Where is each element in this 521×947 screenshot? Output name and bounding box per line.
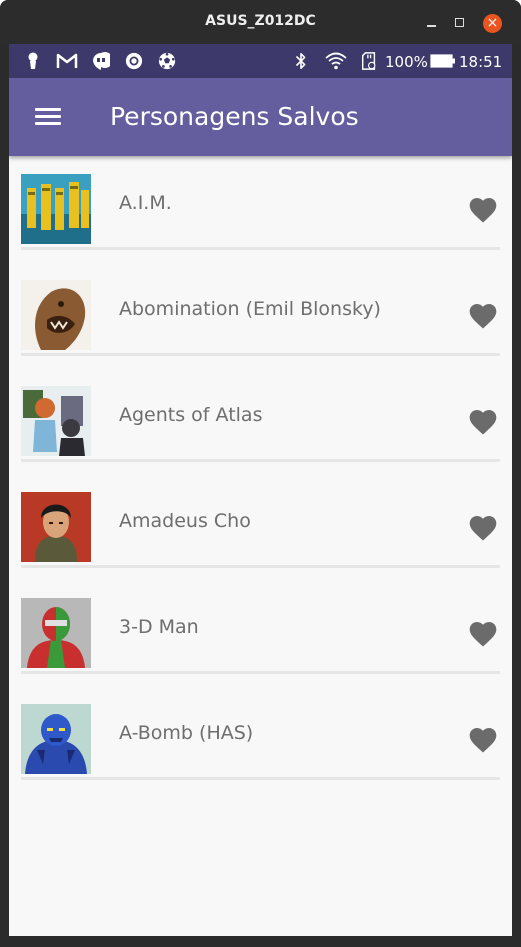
close-button[interactable]: × bbox=[483, 14, 502, 33]
character-name: Agents of Atlas bbox=[119, 404, 263, 426]
window-bottom-border bbox=[9, 936, 512, 939]
character-thumbnail bbox=[21, 492, 91, 562]
minimize-button[interactable] bbox=[423, 14, 441, 32]
character-name: A.I.M. bbox=[119, 192, 172, 214]
heart-icon[interactable] bbox=[467, 618, 499, 650]
heart-icon[interactable] bbox=[467, 724, 499, 756]
status-bar: 100% 18:51 bbox=[9, 44, 512, 78]
divider bbox=[21, 777, 500, 780]
person-icon bbox=[28, 52, 38, 69]
wifi-icon bbox=[325, 52, 347, 70]
list-item[interactable]: Amadeus Cho bbox=[9, 474, 512, 580]
window-titlebar: ASUS_Z012DC × bbox=[0, 0, 521, 44]
heart-icon[interactable] bbox=[467, 300, 499, 332]
app-bar: Personagens Salvos bbox=[9, 78, 512, 156]
character-thumbnail bbox=[21, 386, 91, 456]
divider bbox=[21, 353, 500, 356]
hamburger-menu-icon[interactable] bbox=[32, 104, 62, 130]
divider bbox=[21, 247, 500, 250]
character-thumbnail bbox=[21, 280, 91, 350]
heart-icon[interactable] bbox=[467, 194, 499, 226]
list-item[interactable]: Abomination (Emil Blonsky) bbox=[9, 262, 512, 368]
gmail-icon bbox=[56, 53, 78, 68]
divider bbox=[21, 565, 500, 568]
record-icon bbox=[125, 52, 143, 70]
hangouts-icon bbox=[93, 52, 110, 70]
divider bbox=[21, 459, 500, 462]
character-name: 3-D Man bbox=[119, 616, 199, 638]
clock: 18:51 bbox=[459, 53, 503, 71]
heart-icon[interactable] bbox=[467, 512, 499, 544]
emulator-window: ASUS_Z012DC × 100% 18:51 Personagens Sal… bbox=[0, 0, 521, 947]
character-name: Amadeus Cho bbox=[119, 510, 251, 532]
list-item[interactable]: Agents of Atlas bbox=[9, 368, 512, 474]
bluetooth-icon bbox=[295, 52, 306, 70]
character-name: A-Bomb (HAS) bbox=[119, 722, 254, 744]
list-item[interactable]: A-Bomb (HAS) bbox=[9, 686, 512, 792]
page-title: Personagens Salvos bbox=[110, 102, 359, 131]
device-screen: 100% 18:51 Personagens Salvos A.I.M. Abo… bbox=[9, 44, 512, 937]
battery-icon bbox=[430, 54, 455, 68]
list-item[interactable]: A.I.M. bbox=[9, 156, 512, 262]
soccer-ball-icon bbox=[158, 52, 176, 70]
character-name: Abomination (Emil Blonsky) bbox=[119, 298, 381, 320]
divider bbox=[21, 671, 500, 674]
sd-card-icon bbox=[361, 52, 376, 70]
list-item[interactable]: 3-D Man bbox=[9, 580, 512, 686]
character-thumbnail bbox=[21, 174, 91, 244]
battery-percent: 100% bbox=[385, 53, 428, 71]
character-thumbnail bbox=[21, 704, 91, 774]
character-thumbnail bbox=[21, 598, 91, 668]
window-title: ASUS_Z012DC bbox=[205, 13, 316, 29]
heart-icon[interactable] bbox=[467, 406, 499, 438]
maximize-button[interactable] bbox=[451, 14, 469, 32]
